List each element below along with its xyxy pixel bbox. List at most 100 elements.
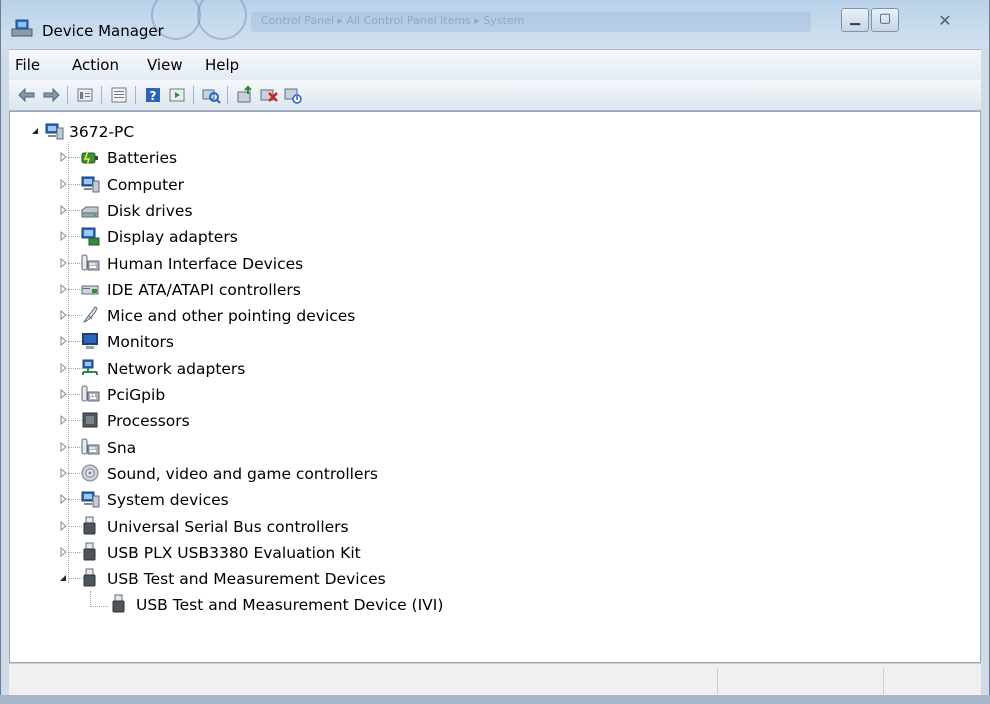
tree-node-category[interactable]: USB Test and Measurement Devices (10, 566, 610, 590)
disable-icon[interactable] (283, 85, 303, 105)
expand-arrow-icon[interactable] (58, 310, 68, 321)
menu-help[interactable]: Help (205, 56, 239, 74)
tree-node-category[interactable]: Mice and other pointing devices (10, 303, 610, 327)
tree-node-category[interactable]: Computer (10, 172, 610, 196)
display-adapter-icon (81, 227, 100, 246)
menu-file[interactable]: File (15, 56, 40, 74)
expand-arrow-icon[interactable] (58, 204, 68, 215)
tree-node-category[interactable]: PciGpib (10, 382, 610, 406)
status-bar (9, 663, 981, 696)
toolbar: ? (9, 80, 981, 111)
close-button[interactable]: ✕ (901, 8, 989, 32)
tree-node-label: Monitors (107, 333, 174, 352)
tree-node-label: 3672-PC (69, 123, 135, 141)
expand-arrow-icon[interactable] (58, 336, 68, 347)
usb-icon (83, 568, 96, 587)
tree-node-category[interactable]: Sound, video and game controllers (10, 461, 610, 485)
tree-node-label: USB PLX USB3380 Evaluation Kit (107, 543, 361, 562)
show-hidden-icon[interactable] (167, 85, 187, 105)
hid-icon (81, 254, 100, 270)
help-icon[interactable]: ? (143, 85, 163, 105)
hid-icon (81, 438, 100, 455)
tree-node-category[interactable]: Universal Serial Bus controllers (10, 514, 610, 538)
tree-node-category[interactable]: Monitors (10, 329, 610, 353)
tree-node-category[interactable]: Human Interface Devices (10, 251, 610, 275)
status-pane-2 (883, 668, 990, 694)
usb-icon (83, 542, 96, 561)
properties-icon[interactable] (75, 85, 95, 105)
collapse-arrow-icon[interactable] (58, 573, 68, 583)
expand-arrow-icon[interactable] (58, 283, 68, 294)
window-title: Device Manager (42, 22, 164, 40)
tree-node-label: Display adapters (107, 228, 238, 247)
monitor-icon (82, 333, 98, 350)
speaker-icon (81, 464, 99, 482)
uninstall-icon[interactable] (259, 85, 279, 105)
expand-arrow-icon[interactable] (58, 441, 68, 452)
tree-node-category[interactable]: Processors (10, 408, 610, 432)
update-driver-icon[interactable] (235, 85, 255, 105)
tree-node-label: USB Test and Measurement Device (IVI) (136, 596, 444, 615)
mouse-icon (82, 306, 98, 323)
expand-arrow-icon[interactable] (58, 494, 68, 505)
tree-node-device[interactable]: USB Test and Measurement Device (IVI) (10, 592, 710, 616)
collapse-arrow-icon[interactable] (30, 126, 40, 136)
expand-arrow-icon[interactable] (58, 152, 68, 163)
expand-arrow-icon[interactable] (58, 467, 68, 478)
background-nav-forward-icon (197, 0, 247, 40)
minimize-button[interactable]: ▁ (841, 8, 869, 32)
title-bar[interactable]: Control Panel ▸ All Control Panel Items … (1, 0, 989, 49)
tree-node-label: Human Interface Devices (107, 254, 304, 273)
tree-node-label: IDE ATA/ATAPI controllers (107, 280, 301, 299)
menu-view[interactable]: View (147, 56, 183, 74)
tree-node-category[interactable]: Display adapters (10, 224, 610, 248)
tree-node-label: Sna (107, 438, 137, 457)
menu-action[interactable]: Action (72, 56, 119, 74)
expand-arrow-icon[interactable] (58, 178, 68, 189)
tree-node-label: USB Test and Measurement Devices (107, 570, 386, 589)
maximize-button[interactable]: ▢ (871, 8, 899, 32)
battery-icon (81, 151, 98, 166)
tree-node-label: System devices (107, 491, 229, 510)
menu-bar: File Action View Help (9, 49, 981, 80)
tree-node-category[interactable]: Disk drives (10, 198, 610, 222)
processor-icon (82, 412, 98, 428)
expand-arrow-icon[interactable] (58, 546, 68, 557)
ide-controller-icon (81, 285, 99, 295)
update-view-icon[interactable] (109, 85, 129, 105)
expand-arrow-icon[interactable] (58, 520, 68, 531)
device-tree: 3672-PC Batteries Computer Disk drives Displ… (9, 111, 981, 663)
hid-icon (81, 385, 100, 402)
tree-node-label: Computer (107, 175, 185, 194)
tree-node-label: Batteries (107, 149, 178, 168)
expand-arrow-icon[interactable] (58, 362, 68, 373)
back-icon[interactable] (17, 85, 37, 105)
tree-node-label: PciGpib (107, 386, 166, 404)
tree-node-category[interactable]: USB PLX USB3380 Evaluation Kit (10, 540, 610, 564)
status-pane-1 (717, 668, 884, 694)
network-adapter-icon (82, 359, 98, 375)
expand-arrow-icon[interactable] (58, 389, 68, 399)
maximize-icon: ▢ (878, 11, 892, 26)
expand-arrow-icon[interactable] (58, 257, 68, 268)
tree-node-label: Universal Serial Bus controllers (107, 517, 349, 536)
device-manager-window: Control Panel ▸ All Control Panel Items … (0, 0, 990, 704)
minimize-icon: ▁ (850, 11, 860, 26)
taskbar-edge (0, 695, 990, 704)
expand-arrow-icon[interactable] (58, 415, 68, 426)
disk-drive-icon (81, 206, 99, 218)
usb-icon (83, 516, 96, 534)
close-icon: ✕ (938, 11, 952, 30)
expand-arrow-icon[interactable] (58, 231, 68, 242)
tree-node-root[interactable]: 3672-PC (10, 119, 310, 143)
tree-node-category[interactable]: IDE ATA/ATAPI controllers (10, 277, 610, 301)
tree-node-category[interactable]: Batteries (10, 145, 610, 169)
tree-node-category[interactable]: System devices (10, 487, 610, 511)
forward-icon[interactable] (41, 85, 61, 105)
device-manager-icon (11, 19, 33, 37)
scan-hardware-icon[interactable] (201, 85, 221, 105)
computer-icon (45, 123, 64, 140)
tree-node-category[interactable]: Network adapters (10, 356, 610, 380)
tree-node-label: Processors (107, 412, 190, 431)
tree-node-category[interactable]: Sna (10, 435, 610, 459)
